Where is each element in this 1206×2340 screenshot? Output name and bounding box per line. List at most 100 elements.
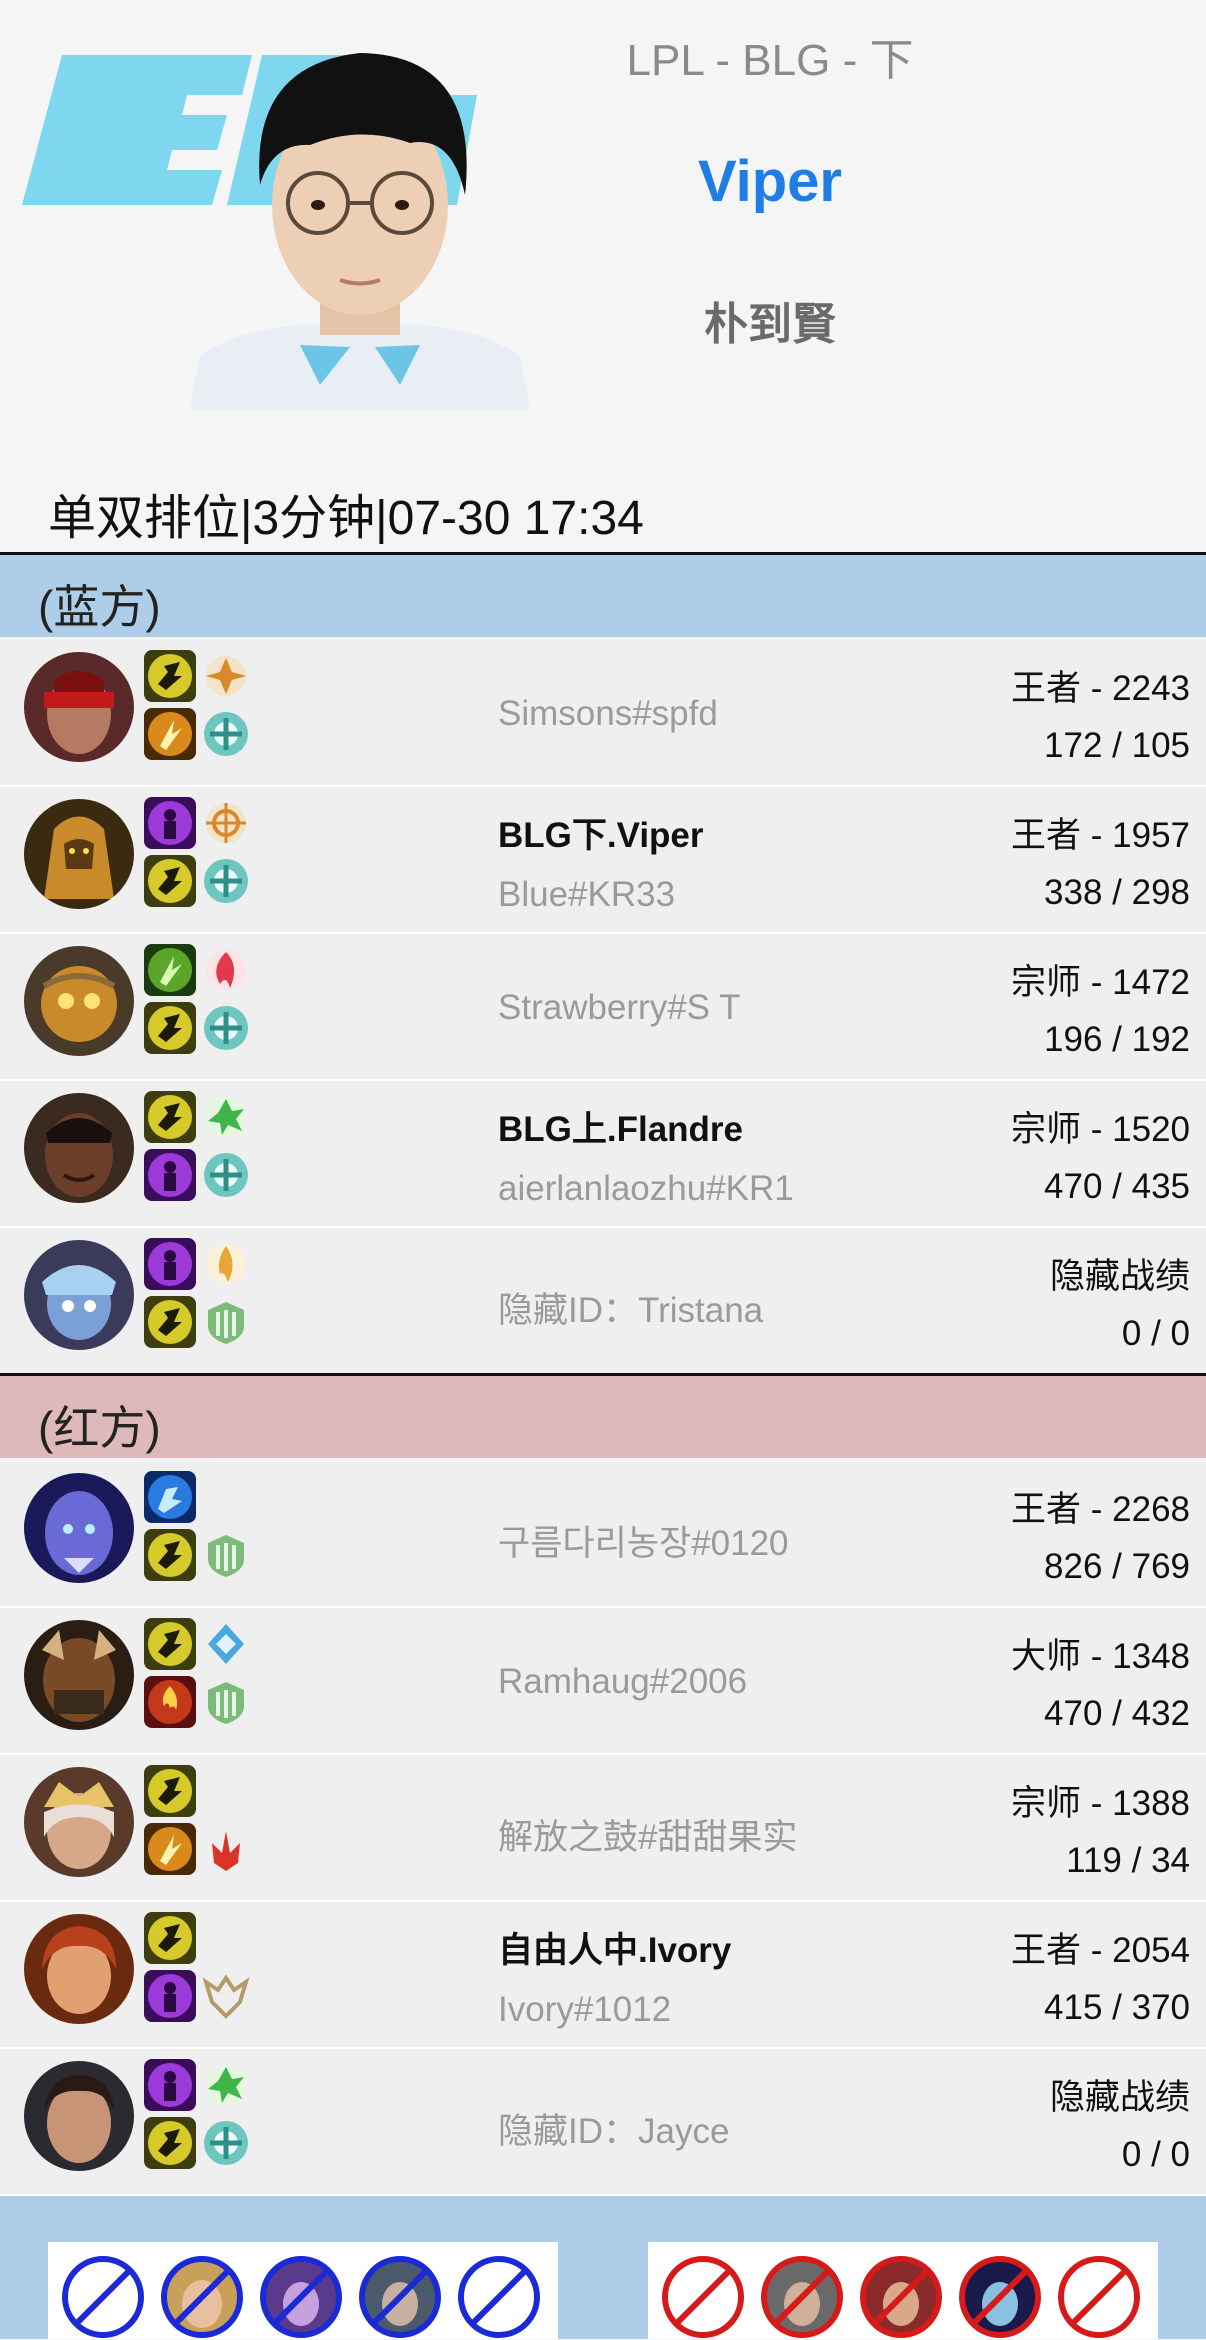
player-rank: 宗师 - 1520	[1011, 1110, 1190, 1149]
player-real-name: 朴到賢	[704, 300, 836, 349]
player-tag: 隐藏ID：Jayce	[498, 2112, 730, 2151]
empty-ban-icon	[662, 2256, 744, 2338]
player-tag: Ramhaug#2006	[498, 1662, 748, 1701]
flash-spell-icon	[144, 1091, 196, 1143]
player-rank: 隐藏战绩	[1049, 2078, 1190, 2117]
ornn-portrait-icon	[24, 1620, 134, 1730]
player-tag: 隐藏ID：Tristana	[498, 1291, 764, 1330]
flash-spell-icon	[144, 2117, 196, 2169]
player-win-loss: 470 / 435	[1044, 1167, 1190, 1206]
lethal-tempo-rune-icon	[206, 1244, 246, 1284]
teleport-spell-icon	[144, 797, 196, 849]
ryze-portrait-icon	[24, 1473, 134, 1583]
resolve-rune-icon	[204, 1153, 248, 1197]
player-name: BLG下.Viper	[498, 816, 704, 855]
player-win-loss: 826 / 769	[1044, 1547, 1190, 1586]
samira-ban-icon	[860, 2256, 942, 2338]
player-rank: 王者 - 1957	[1011, 816, 1190, 855]
precision-crest-rune-icon	[202, 1974, 250, 2019]
flash-spell-icon	[144, 1912, 196, 1964]
red-team-label: (红方)	[38, 1402, 161, 1454]
blue-team-header: (蓝方)	[0, 555, 1206, 637]
ezreal-ban-icon	[161, 2256, 243, 2338]
grasp-rune-icon	[206, 1097, 246, 1137]
player-tag: Strawberry#S T	[498, 988, 741, 1027]
empty-ban-icon	[1058, 2256, 1140, 2338]
player-win-loss: 0 / 0	[1121, 2135, 1190, 2174]
precision-rune-icon	[206, 803, 246, 843]
azir-portrait-icon	[24, 799, 134, 909]
ghost-spell-icon	[144, 1471, 196, 1523]
quinn-portrait-icon	[24, 1914, 134, 2024]
player-row[interactable]: BLG上.Flandre aierlanlaozhu#KR1 宗师 - 1520…	[0, 1081, 1206, 1229]
flash-spell-icon	[144, 1002, 196, 1054]
flash-spell-icon	[144, 1765, 196, 1817]
grasp-rune-icon	[206, 2065, 246, 2105]
bans-area	[0, 2196, 1206, 2339]
inspiration-rune-icon	[208, 1624, 244, 1664]
tristana-portrait-icon	[24, 1240, 134, 1350]
resolve-shield-rune-icon	[208, 1535, 244, 1577]
taliyah-portrait-icon	[24, 1767, 134, 1877]
lee-sin-portrait-icon	[24, 652, 134, 762]
teleport-spell-icon	[144, 2059, 196, 2111]
player-win-loss: 338 / 298	[1044, 873, 1190, 912]
resolve-shield-rune-icon	[208, 1682, 244, 1724]
flash-spell-icon	[144, 1296, 196, 1348]
yasuo-ban-icon	[761, 2256, 843, 2338]
player-row[interactable]: 구름다리농장#0120 王者 - 2268 826 / 769	[0, 1461, 1206, 1609]
domination-rune-icon	[206, 950, 246, 990]
player-name: 自由人中.Ivory	[498, 1931, 732, 1970]
amumu-portrait-icon	[24, 946, 134, 1056]
player-header: LPL - BLG - 下 Viper 朴到賢 单双排位|3分钟|07-30 1…	[0, 0, 1206, 555]
resolve-rune-icon	[204, 859, 248, 903]
resolve-shield-rune-icon	[208, 1302, 244, 1344]
player-tag: aierlanlaozhu#KR1	[498, 1169, 794, 1208]
domination-claw-rune-icon	[212, 1831, 240, 1871]
player-row[interactable]: 自由人中.Ivory Ivory#1012 王者 - 2054 415 / 37…	[0, 1902, 1206, 2050]
player-name: BLG上.Flandre	[498, 1110, 744, 1149]
player-row[interactable]: 隐藏ID：Jayce 隐藏战绩 0 / 0	[0, 2049, 1206, 2197]
k-sante-portrait-icon	[24, 1093, 134, 1203]
player-row[interactable]: Ramhaug#2006 大师 - 1348 470 / 432	[0, 1608, 1206, 1756]
resolve-rune-icon	[204, 712, 248, 756]
player-rank: 王者 - 2243	[1011, 669, 1190, 708]
player-rank: 王者 - 2054	[1011, 1931, 1190, 1970]
player-tag: Blue#KR33	[498, 875, 676, 914]
player-win-loss: 172 / 105	[1044, 726, 1190, 765]
player-tag: Simsons#spfd	[498, 694, 718, 733]
blue-bans	[48, 2242, 558, 2339]
player-row[interactable]: 隐藏ID：Tristana 隐藏战绩 0 / 0	[0, 1228, 1206, 1376]
player-photo	[190, 53, 530, 410]
player-row[interactable]: 解放之鼓#甜甜果实 宗师 - 1388 119 / 34	[0, 1755, 1206, 1903]
player-win-loss: 470 / 432	[1044, 1694, 1190, 1733]
resolve-rune-icon	[204, 2121, 248, 2165]
flash-spell-icon	[144, 650, 196, 702]
player-row[interactable]: Simsons#spfd 王者 - 2243 172 / 105	[0, 640, 1206, 788]
player-win-loss: 415 / 370	[1044, 1988, 1190, 2027]
player-tag: 解放之鼓#甜甜果实	[498, 1818, 798, 1857]
player-rank: 隐藏战绩	[1049, 1257, 1190, 1296]
player-win-loss: 0 / 0	[1121, 1314, 1190, 1353]
vex-ban-icon	[959, 2256, 1041, 2338]
player-rank: 宗师 - 1388	[1011, 1784, 1190, 1823]
jayce-portrait-icon	[24, 2061, 134, 2171]
player-tag: Ivory#1012	[498, 1990, 672, 2029]
player-tag: 구름다리농장#0120	[498, 1524, 789, 1563]
resolve-rune-icon	[204, 1006, 248, 1050]
player-row[interactable]: BLG下.Viper Blue#KR33 王者 - 1957 338 / 298	[0, 787, 1206, 935]
empty-ban-icon	[458, 2256, 540, 2338]
flash-spell-icon	[144, 855, 196, 907]
kaisa-ban-icon	[260, 2256, 342, 2338]
red-bans	[648, 2242, 1158, 2339]
conqueror-rune-icon	[206, 656, 246, 696]
teleport-spell-icon	[144, 1238, 196, 1290]
league-team-position: LPL - BLG - 下	[626, 36, 914, 85]
teleport-spell-icon	[144, 1149, 196, 1201]
player-rank: 宗师 - 1472	[1011, 963, 1190, 1002]
smite-spell-icon	[144, 708, 196, 760]
flash-spell-icon	[144, 1529, 196, 1581]
player-row[interactable]: Strawberry#S T 宗师 - 1472 196 / 192	[0, 934, 1206, 1082]
empty-ban-icon	[62, 2256, 144, 2338]
smite-green-spell-icon	[144, 944, 196, 996]
